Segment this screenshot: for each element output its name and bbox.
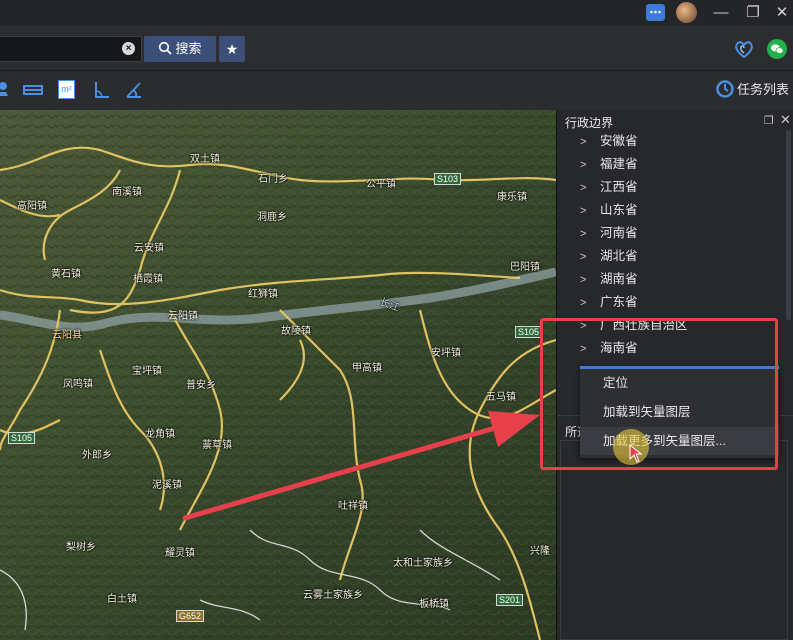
chevron-right-icon: > xyxy=(580,205,587,217)
search-icon xyxy=(159,41,173,55)
road-tag: G652 xyxy=(176,610,205,622)
map-label: 云雾土家族乡 xyxy=(303,590,363,601)
map-label: 南溪镇 xyxy=(112,187,142,198)
tree-item-label: 安徽省 xyxy=(600,134,638,148)
chevron-right-icon: > xyxy=(580,159,587,171)
title-bar xyxy=(0,0,793,26)
clear-icon[interactable]: × xyxy=(122,42,135,55)
tree-item-label: 山东省 xyxy=(600,203,638,217)
chevron-right-icon: > xyxy=(580,297,587,309)
map-label: 板桥镇 xyxy=(419,599,449,610)
tree-item-province[interactable]: > 安徽省 xyxy=(580,130,775,153)
map-label: 安坪镇 xyxy=(431,348,461,359)
tree-item-province[interactable]: > 山东省 xyxy=(580,199,775,222)
map-label: 普安乡 xyxy=(186,380,216,391)
road-tag: S105 xyxy=(515,326,543,338)
restore-icon[interactable]: ❐ xyxy=(742,3,764,23)
satellite-map[interactable]: 双土镇 石门乡 公平镇 南溪镇 高阳镇 洞鹿乡 康乐镇 云安镇 黄石镇 栖霞镇 … xyxy=(0,110,556,640)
task-list-button[interactable]: 任务列表 xyxy=(716,80,789,100)
chevron-right-icon: > xyxy=(580,274,587,286)
map-label: 黄石镇 xyxy=(51,269,81,280)
map-label: 耀灵镇 xyxy=(165,548,195,559)
map-label: 石门乡 xyxy=(258,174,288,185)
map-label: 龙角镇 xyxy=(145,429,175,440)
map-label: 巴阳镇 xyxy=(510,262,540,273)
area-icon[interactable]: m² xyxy=(58,80,75,99)
map-label: 云安镇 xyxy=(134,243,164,254)
tree-item-province[interactable]: > 江西省 xyxy=(580,176,775,199)
map-label: 高阳镇 xyxy=(17,201,47,212)
tools-toolbar xyxy=(0,70,793,111)
road-tag: S105 xyxy=(8,432,36,444)
chevron-right-icon: > xyxy=(580,182,587,194)
chevron-right-icon: > xyxy=(580,251,587,263)
annotation-highlight-box xyxy=(540,318,778,470)
task-icon xyxy=(716,80,734,98)
panel-title: 行政边界 xyxy=(565,116,614,130)
map-label: 公平镇 xyxy=(366,179,396,190)
map-label: 洞鹿乡 xyxy=(257,212,287,223)
map-label: 白土镇 xyxy=(107,594,137,605)
map-label: 故陵镇 xyxy=(281,326,311,337)
angle-icon[interactable] xyxy=(93,80,111,103)
tree-item-label: 河南省 xyxy=(600,226,638,240)
chat-icon[interactable] xyxy=(646,4,665,21)
tree-item-label: 福建省 xyxy=(600,157,638,171)
map-label: 蔈草镇 xyxy=(202,440,232,451)
wechat-icon[interactable] xyxy=(767,39,787,59)
map-label: 兴隆 xyxy=(530,546,550,557)
tree-item-label: 广东省 xyxy=(600,295,638,309)
tree-item-province[interactable]: > 湖南省 xyxy=(580,268,775,291)
close-panel-icon[interactable]: ✕ xyxy=(780,112,791,128)
map-label: 甲高镇 xyxy=(352,363,382,374)
tree-item-label: 江西省 xyxy=(600,180,638,194)
heart-icon[interactable] xyxy=(733,38,755,63)
map-label: 宝坪镇 xyxy=(132,366,162,377)
search-button[interactable]: 搜索 xyxy=(144,36,216,62)
map-label: 梨树乡 xyxy=(66,542,96,553)
tree-item-province[interactable]: > 河南省 xyxy=(580,222,775,245)
task-list-label: 任务列表 xyxy=(737,82,790,97)
minimize-icon[interactable]: — xyxy=(710,3,732,23)
tree-item-province[interactable]: > 湖北省 xyxy=(580,245,775,268)
tree-item-province[interactable]: > 广东省 xyxy=(580,291,775,314)
favorite-button[interactable]: ★ xyxy=(219,36,245,62)
chevron-right-icon: > xyxy=(580,136,587,148)
map-label: 云阳县 xyxy=(52,330,82,341)
map-label: 栖霞镇 xyxy=(133,274,163,285)
map-label: 云阳镇 xyxy=(168,311,198,322)
star-icon: ★ xyxy=(225,41,239,57)
road-tag: S201 xyxy=(496,594,524,606)
ruler-icon[interactable] xyxy=(23,83,43,100)
search-input[interactable] xyxy=(0,36,142,62)
tree-item-label: 湖南省 xyxy=(600,272,638,286)
tree-item-province[interactable]: > 福建省 xyxy=(580,153,775,176)
chevron-right-icon: > xyxy=(580,228,587,240)
float-icon[interactable]: ❐ xyxy=(764,114,774,127)
map-label: 太和土家族乡 xyxy=(393,558,453,569)
pin-icon[interactable] xyxy=(0,80,10,103)
road-tag: S103 xyxy=(434,173,462,185)
map-label: 外郎乡 xyxy=(82,450,112,461)
map-label: 双土镇 xyxy=(190,154,220,165)
map-label: 五马镇 xyxy=(486,392,516,403)
panel-scrollbar[interactable] xyxy=(786,130,791,320)
compass-icon[interactable] xyxy=(124,80,144,103)
map-label: 凤鸣镇 xyxy=(63,379,93,390)
map-label: 泥溪镇 xyxy=(152,480,182,491)
tree-item-label: 湖北省 xyxy=(600,249,638,263)
map-label: 红狮镇 xyxy=(248,289,278,300)
selected-list-area xyxy=(560,440,788,640)
close-icon[interactable]: ✕ xyxy=(771,3,793,23)
search-button-label: 搜索 xyxy=(175,41,202,56)
avatar[interactable] xyxy=(676,2,697,23)
map-label: 康乐镇 xyxy=(497,192,527,203)
map-label: 吐祥镇 xyxy=(338,501,368,512)
